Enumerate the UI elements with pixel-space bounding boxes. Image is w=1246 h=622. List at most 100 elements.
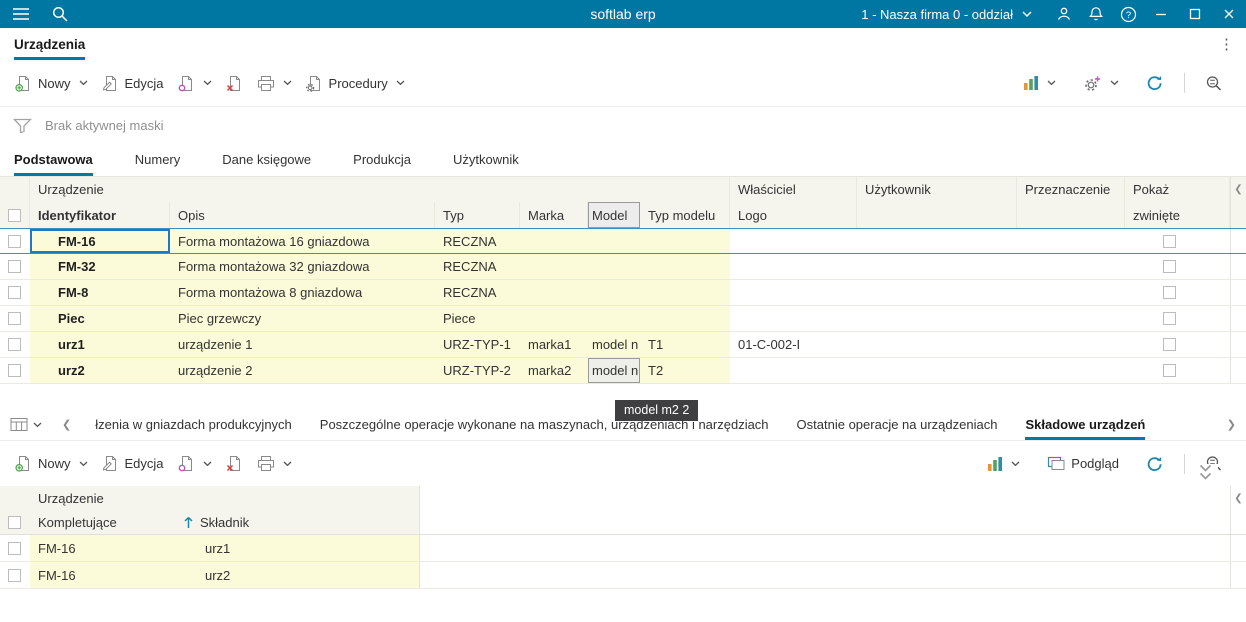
user-icon[interactable] — [1048, 0, 1080, 28]
cell-marka[interactable]: marka2 — [520, 358, 588, 383]
cell-identyfikator[interactable]: urz1 — [30, 332, 170, 357]
cell-marka[interactable] — [520, 229, 588, 253]
cell-typ[interactable]: RECZNA — [435, 280, 520, 305]
detail-print-button[interactable] — [250, 450, 299, 477]
cell-uzytkownik[interactable] — [857, 358, 1017, 383]
header-kompletujace[interactable]: Kompletujące — [30, 510, 175, 534]
detail-copy-button[interactable] — [171, 450, 219, 477]
hamburger-menu-icon[interactable] — [12, 0, 30, 28]
row-select-checkbox[interactable] — [8, 312, 21, 325]
pokaz-zwiniete-checkbox[interactable] — [1163, 286, 1176, 299]
cell-typ[interactable]: RECZNA — [435, 254, 520, 279]
cell-model[interactable] — [588, 229, 640, 253]
cell-przeznaczenie[interactable] — [1017, 332, 1125, 357]
cell-przeznaczenie[interactable] — [1017, 229, 1125, 253]
header-typ-modelu[interactable]: Typ modelu — [640, 202, 730, 228]
select-all-checkbox[interactable] — [8, 208, 21, 222]
tab-podstawowa[interactable]: Podstawowa — [14, 143, 93, 176]
tab-urzadzenia[interactable]: Urządzenia — [14, 28, 86, 60]
chevron-down-icon[interactable] — [1011, 461, 1020, 467]
cell-identyfikator[interactable]: FM-8 — [30, 280, 170, 305]
cell-uzytkownik[interactable] — [857, 254, 1017, 279]
chevron-down-icon[interactable] — [283, 80, 292, 86]
cell-model[interactable] — [588, 280, 640, 305]
cell-przeznaczenie[interactable] — [1017, 254, 1125, 279]
cell-identyfikator[interactable]: Piec — [30, 306, 170, 331]
cell-opis[interactable]: Forma montażowa 32 gniazdowa — [170, 254, 435, 279]
filter-funnel-icon[interactable] — [13, 118, 32, 133]
cell-marka[interactable]: marka1 — [520, 332, 588, 357]
cell-logo[interactable] — [730, 306, 857, 331]
cell-typ-modelu[interactable] — [640, 280, 730, 305]
header-zwiniete[interactable]: zwinięte — [1125, 202, 1230, 228]
cell-logo[interactable] — [730, 229, 857, 253]
cell-typ-modelu[interactable]: T1 — [640, 332, 730, 357]
cell-model[interactable] — [588, 306, 640, 331]
cell-logo[interactable] — [730, 280, 857, 305]
cell-opis[interactable]: Forma montażowa 8 gniazdowa — [170, 280, 435, 305]
cell-opis[interactable]: urządzenie 1 — [170, 332, 435, 357]
cell-opis[interactable]: Forma montażowa 16 gniazdowa — [170, 229, 435, 253]
maximize-button[interactable] — [1178, 0, 1212, 28]
table-row[interactable]: FM-32 Forma montażowa 32 gniazdowa RECZN… — [0, 254, 1246, 280]
tab-numery[interactable]: Numery — [135, 143, 181, 176]
edit-button[interactable]: Edycja — [95, 70, 171, 97]
header-typ[interactable]: Typ — [435, 202, 520, 228]
cell-opis[interactable]: Piec grzewczy — [170, 306, 435, 331]
detail-view-selector[interactable] — [0, 409, 52, 440]
cell-typ-modelu[interactable] — [640, 254, 730, 279]
cell-identyfikator[interactable]: FM-32 — [30, 254, 170, 279]
cell-typ[interactable]: URZ-TYP-1 — [435, 332, 520, 357]
cell-logo[interactable]: 01-C-002-I — [730, 332, 857, 357]
header-uzytkownik-empty[interactable] — [857, 202, 1017, 228]
row-select-checkbox[interactable] — [8, 338, 21, 351]
sort-ascending-icon[interactable] — [183, 515, 194, 529]
cell-typ[interactable]: RECZNA — [435, 229, 520, 253]
refresh-button[interactable] — [1139, 70, 1171, 96]
detail-tab-poszczegolne-operacje[interactable]: Poszczególne operacje wykonane na maszyn… — [320, 409, 769, 440]
pokaz-zwiniete-checkbox[interactable] — [1163, 338, 1176, 351]
pokaz-zwiniete-checkbox[interactable] — [1163, 312, 1176, 325]
row-select-checkbox[interactable] — [8, 260, 21, 273]
detail-delete-button[interactable] — [219, 450, 250, 477]
table-row[interactable]: urz1 urządzenie 1 URZ-TYP-1 marka1 model… — [0, 332, 1246, 358]
cell-typ-modelu[interactable] — [640, 229, 730, 253]
cell-uzytkownik[interactable] — [857, 306, 1017, 331]
row-select-checkbox[interactable] — [8, 541, 21, 555]
cell-logo[interactable] — [730, 254, 857, 279]
cell-typ[interactable]: URZ-TYP-2 — [435, 358, 520, 383]
cell-uzytkownik[interactable] — [857, 229, 1017, 253]
cell-typ[interactable]: Piece — [435, 306, 520, 331]
detail-edit-button[interactable]: Edycja — [95, 450, 171, 477]
tab-dane-ksiegowe[interactable]: Dane księgowe — [222, 143, 311, 176]
cell-typ-modelu[interactable]: T2 — [640, 358, 730, 383]
detail-new-button[interactable]: Nowy — [8, 450, 95, 477]
close-button[interactable] — [1212, 0, 1246, 28]
header-identyfikator[interactable]: Identyfikator — [30, 202, 170, 228]
detail-tab-gniazda-produkcyjne[interactable]: łzenia w gniazdach produkcyjnych — [95, 409, 292, 440]
cell-model[interactable] — [588, 254, 640, 279]
table-row[interactable]: Piec Piec grzewczy Piece — [0, 306, 1246, 332]
header-opis[interactable]: Opis — [170, 202, 435, 228]
tabs-scroll-left-icon[interactable]: ❮ — [52, 409, 81, 440]
chevron-down-icon[interactable] — [203, 461, 212, 467]
chevron-down-icon[interactable] — [79, 80, 88, 86]
help-icon[interactable]: ? — [1112, 0, 1144, 28]
header-skladnik[interactable]: Składnik — [175, 510, 420, 534]
new-button[interactable]: Nowy — [8, 70, 95, 97]
search-icon[interactable] — [52, 0, 68, 28]
chevron-down-icon[interactable] — [1110, 80, 1119, 86]
cell-przeznaczenie[interactable] — [1017, 358, 1125, 383]
row-select-checkbox[interactable] — [8, 364, 21, 377]
row-select-checkbox[interactable] — [8, 234, 21, 248]
delete-button[interactable] — [219, 70, 250, 97]
header-logo[interactable]: Logo — [730, 202, 857, 228]
kebab-menu-icon[interactable]: ⋮ — [1219, 35, 1234, 53]
cell-identyfikator[interactable]: urz2 — [30, 358, 170, 383]
row-select-checkbox[interactable] — [8, 568, 21, 582]
chart-view-button[interactable] — [1016, 70, 1063, 96]
company-selector[interactable]: 1 - Nasza firma 0 - oddział — [861, 7, 1032, 22]
pokaz-zwiniete-checkbox[interactable] — [1163, 260, 1176, 273]
pokaz-zwiniete-checkbox[interactable] — [1163, 234, 1176, 248]
cell-uzytkownik[interactable] — [857, 280, 1017, 305]
